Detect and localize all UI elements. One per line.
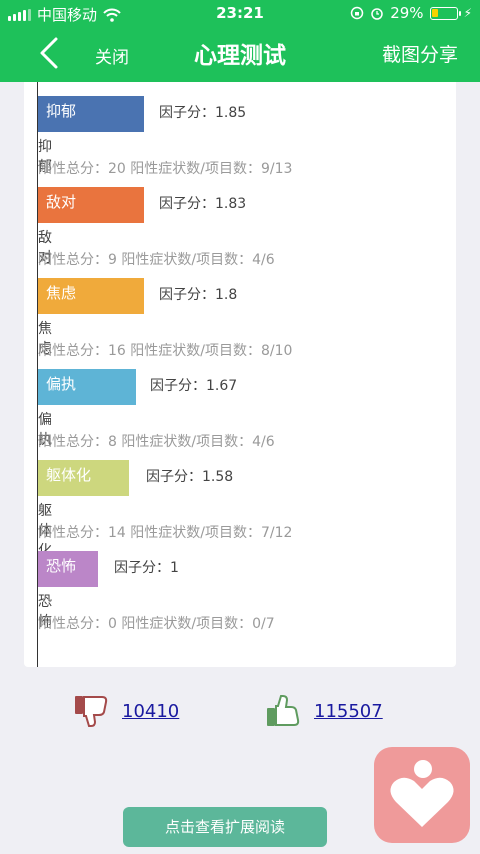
factor-bar: 躯体化 — [38, 460, 129, 496]
charging-icon: ⚡ — [463, 6, 472, 20]
rotation-lock-icon — [350, 6, 364, 20]
status-bar: 中国移动 23:21 29% ⚡ — [0, 0, 480, 26]
factor-bar: 敌对 — [38, 187, 144, 223]
factor-score: 因子分：1.8 — [159, 287, 238, 303]
heart-person-icon — [390, 760, 454, 827]
like-vote: 115507 — [266, 694, 383, 728]
battery-fill — [431, 8, 438, 17]
alarm-icon — [371, 8, 383, 20]
thumbs-up-icon[interactable] — [266, 694, 304, 728]
battery-percent: 29% — [390, 4, 424, 22]
factor-score: 因子分：1.83 — [159, 196, 247, 212]
thumbs-down-icon[interactable] — [74, 694, 112, 728]
factor-bar: 恐怖 — [38, 551, 98, 587]
factor-stats: 阳性总分：8 阳性症状数/项目数：4/6 — [38, 434, 275, 450]
factor-score: 因子分：1.85 — [159, 105, 247, 121]
status-right: 29% ⚡ — [350, 4, 472, 22]
top-bar: 中国移动 23:21 29% ⚡ 关闭 心理测试 截图分享 — [0, 0, 480, 82]
factor-bar: 偏执 — [38, 369, 136, 405]
factor-score: 因子分：1 — [114, 560, 179, 576]
factor-bar: 抑郁 — [38, 96, 144, 132]
factor-stats: 阳性总分：16 阳性症状数/项目数：8/10 — [38, 343, 293, 359]
battery-icon — [429, 6, 461, 20]
factor-score: 因子分：1.67 — [150, 378, 238, 394]
factor-stats: 阳性总分：14 阳性症状数/项目数：7/12 — [38, 525, 293, 541]
expand-reading-button[interactable]: 点击查看扩展阅读 — [123, 807, 327, 847]
factor-stats: 阳性总分：0 阳性症状数/项目数：0/7 — [38, 616, 275, 632]
screenshot-share-button[interactable]: 截图分享 — [382, 40, 458, 67]
dislike-vote: 10410 — [74, 694, 179, 728]
dislike-count-link[interactable]: 10410 — [122, 701, 179, 722]
factor-stats: 阳性总分：9 阳性症状数/项目数：4/6 — [38, 252, 275, 268]
factor-score: 因子分：1.58 — [146, 469, 234, 485]
factor-bar: 焦虑 — [38, 278, 144, 314]
like-count-link[interactable]: 115507 — [314, 701, 383, 722]
factor-stats: 阳性总分：20 阳性症状数/项目数：9/13 — [38, 161, 293, 177]
heart-app-icon[interactable] — [374, 747, 470, 843]
